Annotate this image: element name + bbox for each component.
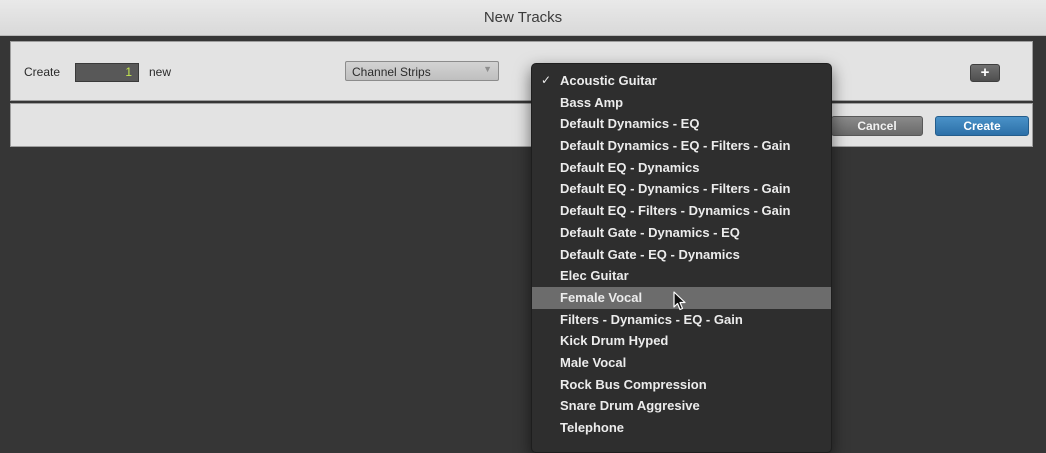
preset-menu-item[interactable]: Default Dynamics - EQ - Filters - Gain	[532, 135, 831, 157]
create-tracks-row: Create 1 new Channel Strips ▼ +	[10, 41, 1033, 101]
preset-menu-item-label: Default Dynamics - EQ - Filters - Gain	[560, 138, 791, 154]
chevron-down-icon: ▼	[483, 64, 492, 74]
preset-menu-item-label: Default EQ - Dynamics - Filters - Gain	[560, 181, 791, 197]
preset-menu-item[interactable]: Default Dynamics - EQ	[532, 113, 831, 135]
dialog-footer: Cancel Create	[10, 103, 1033, 147]
preset-menu-item[interactable]: Default Gate - Dynamics - EQ	[532, 222, 831, 244]
preset-menu-item[interactable]: Snare Drum Aggresive	[532, 395, 831, 417]
create-button[interactable]: Create	[935, 116, 1029, 136]
new-label: new	[149, 65, 172, 79]
preset-menu-list: ✓ Acoustic Guitar Bass Amp Default Dynamics…	[532, 64, 831, 439]
preset-menu-item[interactable]: Elec Guitar	[532, 265, 831, 287]
mouse-pointer-icon	[673, 291, 686, 311]
preset-menu-item[interactable]: Filters - Dynamics - EQ - Gain	[532, 309, 831, 331]
preset-menu-item-label: Default EQ - Filters - Dynamics - Gain	[560, 203, 791, 219]
checkmark-icon: ✓	[541, 73, 552, 87]
preset-menu-item[interactable]: Default Gate - EQ - Dynamics	[532, 244, 831, 266]
dialog-title: New Tracks	[483, 9, 563, 26]
cancel-button[interactable]: Cancel	[831, 116, 923, 136]
preset-menu-item[interactable]: Male Vocal	[532, 352, 831, 374]
preset-menu-item[interactable]: Bass Amp	[532, 92, 831, 114]
preset-menu-item-label: Acoustic Guitar	[560, 73, 657, 88]
preset-menu-item-label: Female Vocal	[560, 289, 643, 305]
preset-menu-item-label: Bass Amp	[560, 94, 624, 110]
preset-menu-item[interactable]: Rock Bus Compression	[532, 374, 831, 396]
preset-menu-item-label: Rock Bus Compression	[560, 376, 707, 392]
track-type-selected-value: Channel Strips	[352, 65, 431, 79]
preset-menu-item[interactable]: Default EQ - Dynamics	[532, 157, 831, 179]
preset-menu-item[interactable]: Telephone	[532, 417, 831, 439]
preset-menu-item-label: Default Dynamics - EQ	[560, 116, 700, 132]
track-type-select[interactable]: Channel Strips ▼	[345, 61, 499, 81]
preset-menu-item[interactable]: Kick Drum Hyped	[532, 330, 831, 352]
preset-menu-item-label: Default Gate - Dynamics - EQ	[560, 224, 740, 240]
dialog-title-bar: New Tracks	[0, 0, 1046, 36]
preset-menu-item-label: Telephone	[560, 420, 625, 435]
preset-menu-item-label: Kick Drum Hyped	[560, 333, 669, 349]
preset-menu-item-label: Elec Guitar	[560, 268, 629, 284]
preset-menu-item-label: Filters - Dynamics - EQ - Gain	[560, 311, 743, 327]
preset-menu-item-label: Male Vocal	[560, 354, 627, 370]
track-count-field[interactable]: 1	[75, 63, 139, 82]
preset-menu-item[interactable]: Default EQ - Filters - Dynamics - Gain	[532, 200, 831, 222]
preset-menu-item-label: Default Gate - EQ - Dynamics	[560, 246, 740, 262]
preset-menu-item[interactable]: ✓ Acoustic Guitar	[532, 70, 831, 92]
preset-menu-item-label: Default EQ - Dynamics	[560, 159, 700, 175]
preset-menu-item[interactable]: Default EQ - Dynamics - Filters - Gain	[532, 178, 831, 200]
preset-menu-item-label: Snare Drum Aggresive	[560, 398, 700, 414]
create-label: Create	[24, 65, 61, 79]
preset-dropdown-menu: ✓ Acoustic Guitar Bass Amp Default Dynamics…	[531, 63, 832, 453]
add-row-button[interactable]: +	[970, 64, 1000, 82]
